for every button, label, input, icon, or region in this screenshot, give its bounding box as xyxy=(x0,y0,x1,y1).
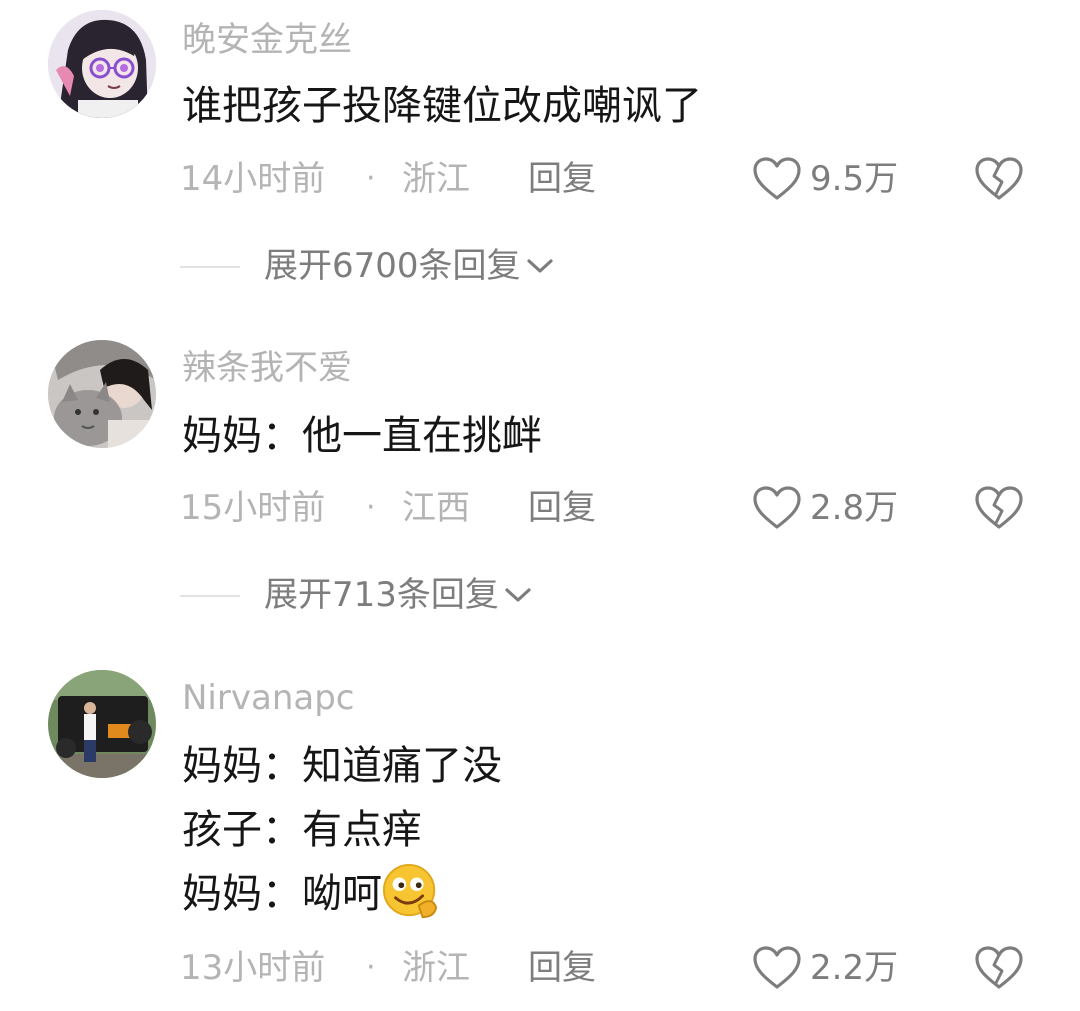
reply-button[interactable]: 回复 xyxy=(528,483,596,533)
reply-button[interactable]: 回复 xyxy=(528,943,596,993)
smirk-emoji-icon xyxy=(382,863,438,919)
comment-text: 妈妈：他一直在挑衅 xyxy=(182,413,542,459)
anime-glasses-avatar-icon xyxy=(48,10,156,118)
comment-meta: 15小时前 · 江西 回复 2.8万 xyxy=(0,483,1080,533)
comment-time: 13小时前 xyxy=(180,948,326,988)
expand-divider xyxy=(180,266,240,268)
broken-heart-icon[interactable] xyxy=(974,945,1024,991)
comment-text: 孩子：有点痒 xyxy=(182,807,422,853)
comment-time: 15小时前 xyxy=(180,488,326,528)
separator-dot: · xyxy=(366,490,376,525)
comment-location: 江西 xyxy=(402,488,470,528)
avatar[interactable] xyxy=(48,670,156,778)
expand-replies-label: 展开6700条回复 xyxy=(264,246,521,286)
chevron-down-icon xyxy=(505,587,531,602)
username[interactable]: Nirvanapc xyxy=(182,676,354,720)
comment-time: 14小时前 xyxy=(180,159,326,199)
heart-icon xyxy=(753,157,801,200)
comment-location: 浙江 xyxy=(402,159,470,199)
separator-dot: · xyxy=(366,161,376,196)
expand-replies-label: 展开713条回复 xyxy=(264,575,499,615)
girl-with-cat-avatar-icon xyxy=(48,340,156,448)
chevron-down-icon xyxy=(526,258,553,273)
like-button[interactable]: 2.8万 xyxy=(752,483,912,533)
like-button[interactable]: 9.5万 xyxy=(752,154,912,204)
avatar[interactable] xyxy=(48,340,156,448)
username[interactable]: 辣条我不爱 xyxy=(182,346,352,390)
heart-icon xyxy=(753,486,801,529)
comment-meta: 14小时前 · 浙江 回复 9.5万 xyxy=(0,154,1080,204)
comment-meta: 13小时前 · 浙江 回复 2.2万 xyxy=(0,943,1080,993)
avatar[interactable] xyxy=(48,10,156,118)
like-button[interactable]: 2.2万 xyxy=(752,943,912,993)
separator-dot: · xyxy=(366,950,376,985)
comment-location: 浙江 xyxy=(402,948,470,988)
comment-text: 谁把孩子投降键位改成嘲讽了 xyxy=(182,83,702,129)
expand-divider xyxy=(180,595,240,597)
heart-icon xyxy=(753,946,801,989)
comment-text-with-emoji: 妈妈：呦呵 xyxy=(182,863,440,922)
like-count: 9.5万 xyxy=(810,159,899,199)
like-count: 2.2万 xyxy=(810,948,899,988)
comment-text: 妈妈：知道痛了没 xyxy=(182,743,502,789)
broken-heart-icon[interactable] xyxy=(974,156,1024,202)
man-with-jeep-avatar-icon xyxy=(48,670,156,778)
username[interactable]: 晚安金克丝 xyxy=(182,18,352,62)
broken-heart-icon[interactable] xyxy=(974,485,1024,531)
expand-replies-label-wrap: 展开713条回复 xyxy=(264,571,533,619)
reply-button[interactable]: 回复 xyxy=(528,154,596,204)
like-count: 2.8万 xyxy=(810,488,899,528)
comment-text: 妈妈：呦呵 xyxy=(182,871,382,917)
expand-replies-button[interactable]: 展开713条回复 xyxy=(0,571,1080,619)
expand-replies-button[interactable]: 展开6700条回复 xyxy=(0,242,1080,290)
expand-replies-label-wrap: 展开6700条回复 xyxy=(264,242,555,290)
